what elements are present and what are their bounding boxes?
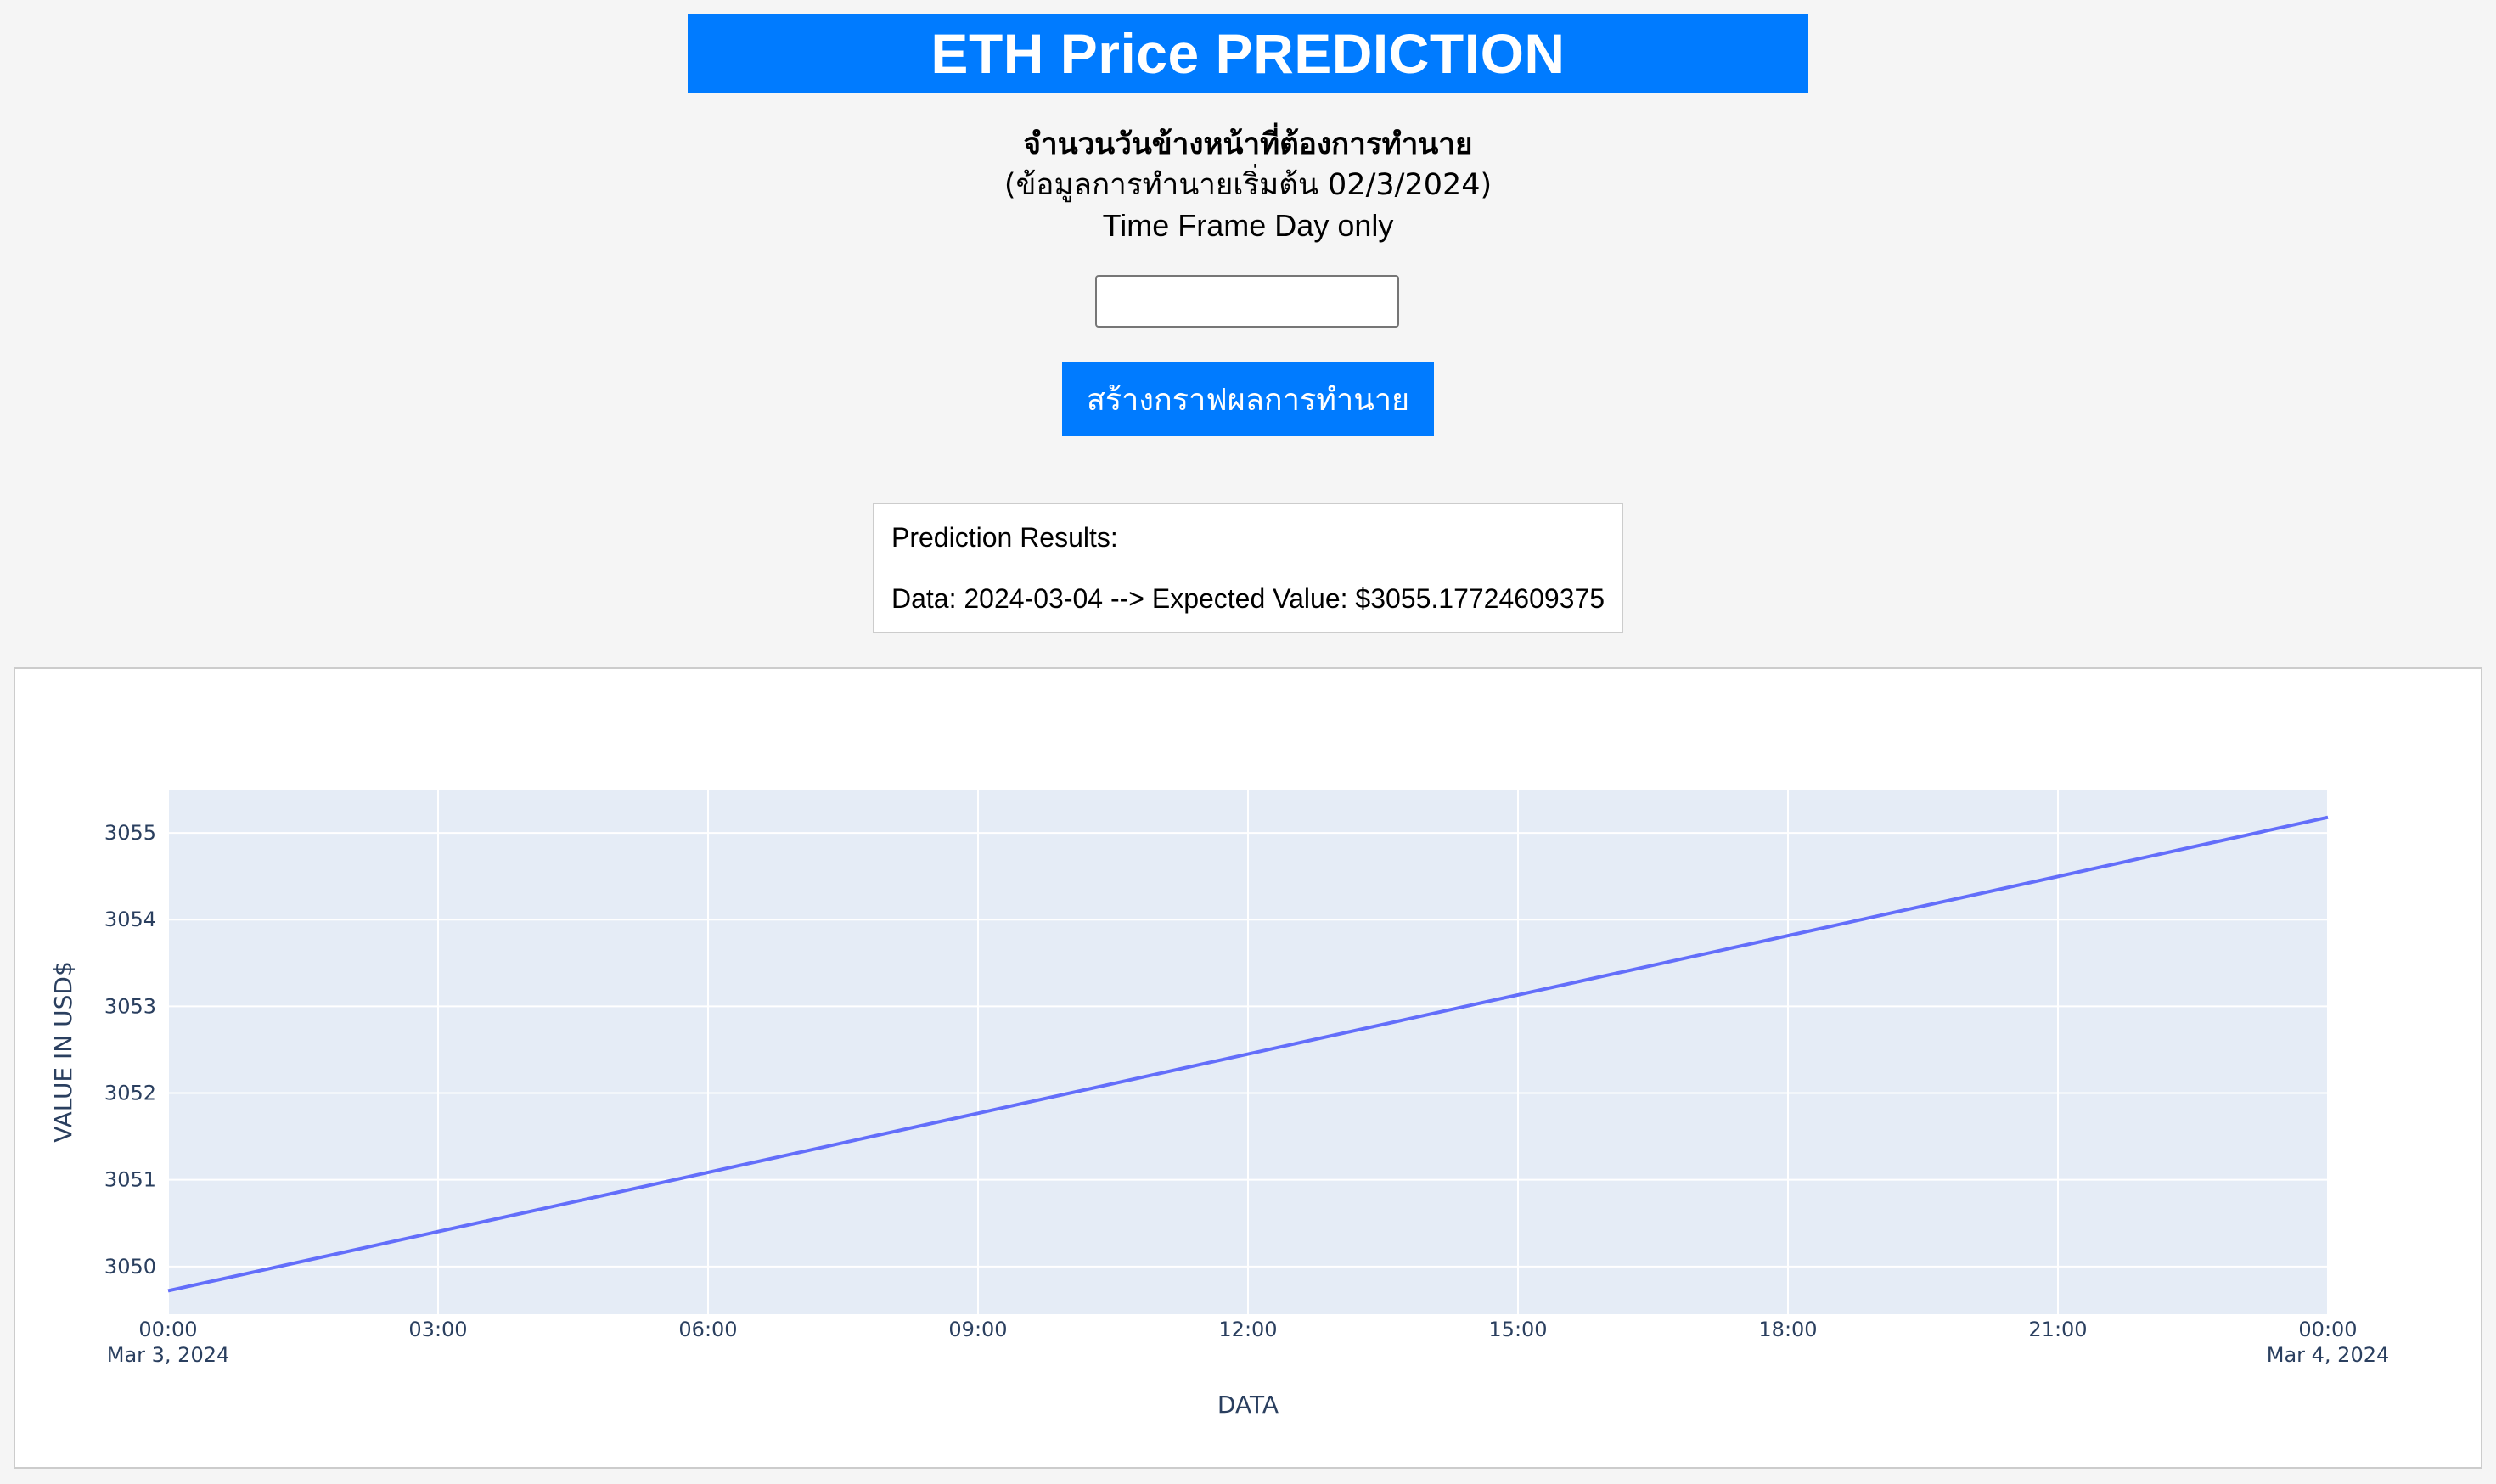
y-tick-label: 3052 (104, 1082, 156, 1105)
page-title: ETH Price PREDICTION (688, 14, 1808, 93)
days-prompt: จำนวนวันข้างหน้าที่ต้องการทำนาย (ข้อมูลก… (0, 124, 2496, 246)
create-prediction-chart-button[interactable]: สร้างกราฟผลการทำนาย (1062, 362, 1434, 436)
prompt-line-3: Time Frame Day only (1102, 208, 1394, 243)
y-axis-title: VALUE IN USD$ (49, 961, 77, 1143)
x-tick-label: 09:00 (948, 1318, 1007, 1341)
prediction-chart-panel: 3050 3051 3052 3053 3054 3055 00:00 Mar 3, 202… (14, 667, 2482, 1469)
y-tick-label: 3051 (104, 1168, 156, 1192)
days-ahead-input[interactable] (1095, 275, 1399, 328)
results-heading: Prediction Results: (891, 522, 1118, 553)
x-tick-label: 21:00 (2028, 1318, 2087, 1341)
x-tick-label: 18:00 (1758, 1318, 1817, 1341)
x-tick-label: 03:00 (408, 1318, 467, 1341)
y-tick-labels: 3050 3051 3052 3053 3054 3055 (104, 821, 156, 1279)
y-tick-label: 3055 (104, 821, 156, 845)
prompt-line-1: จำนวนวันข้างหน้าที่ต้องการทำนาย (1023, 127, 1473, 161)
x-tick-label: 00:00 (2298, 1318, 2357, 1341)
x-tick-date-label: Mar 4, 2024 (2267, 1343, 2390, 1367)
prediction-results-box: Prediction Results: Data: 2024-03-04 -->… (873, 503, 1623, 633)
y-tick-label: 3053 (104, 994, 156, 1018)
x-tick-label: 12:00 (1218, 1318, 1277, 1341)
x-tick-label: 06:00 (678, 1318, 737, 1341)
prediction-chart: 305030513052305330543055 00:00Mar 3, 202… (49, 790, 2390, 1419)
x-axis-title: DATA (1217, 1391, 1279, 1419)
page: ETH Price PREDICTION จำนวนวันข้างหน้าที่… (0, 0, 2496, 1484)
x-tick-label: 00:00 (138, 1318, 197, 1341)
results-line: Data: 2024-03-04 --> Expected Value: $30… (891, 583, 1605, 614)
y-tick-label: 3050 (104, 1255, 156, 1279)
x-tick-labels: 00:00Mar 3, 202403:00 06:00 09:00 12:00 15:0… (107, 1318, 2390, 1367)
x-tick-label: 15:00 (1488, 1318, 1547, 1341)
y-tick-label: 3054 (104, 908, 156, 931)
x-tick-date-label: Mar 3, 2024 (107, 1343, 230, 1367)
prompt-line-2: (ข้อมูลการทำนายเริ่มต้น 02/3/2024) (1003, 168, 1493, 202)
